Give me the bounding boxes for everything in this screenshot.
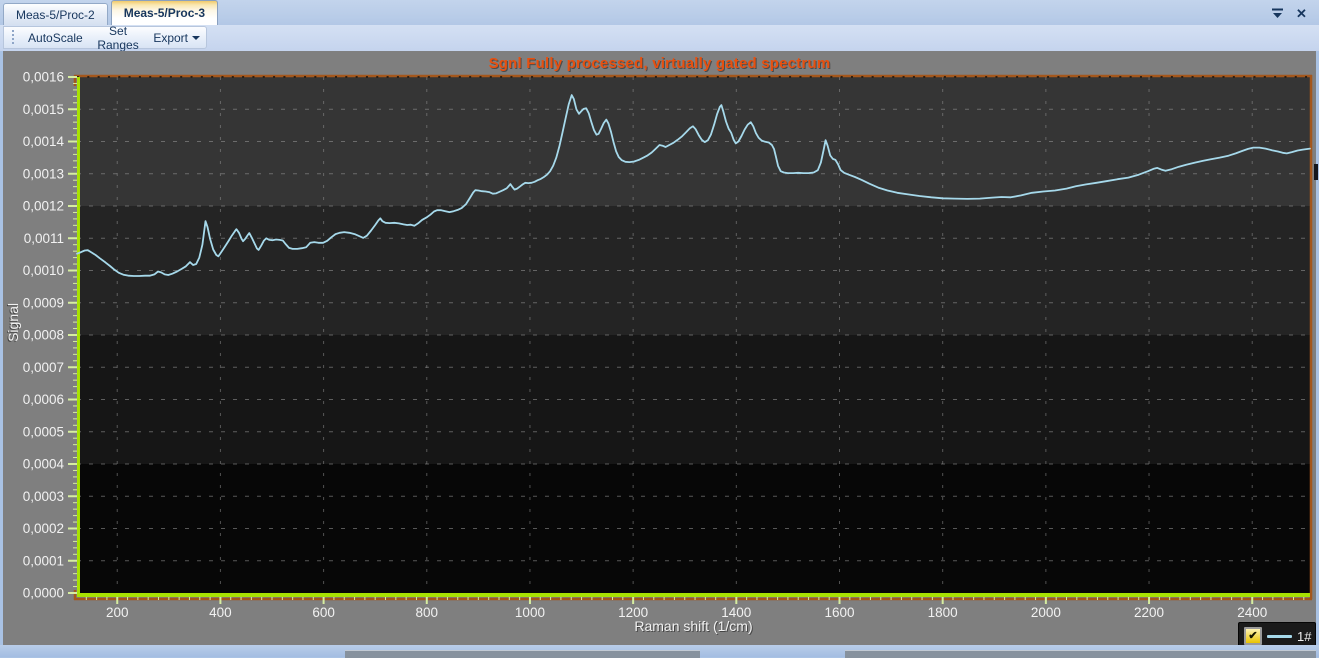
y-tick-label: 0,0001 <box>23 553 64 568</box>
y-tick-label: 0,0015 <box>23 102 64 117</box>
y-tick-label: 0,0007 <box>23 360 64 375</box>
plot-band <box>77 464 1310 593</box>
y-tick-label: 0,0008 <box>23 328 64 343</box>
tab-bar: Meas-5/Proc-2 Meas-5/Proc-3 ✕ <box>0 0 1319 25</box>
y-tick-label: 0,0002 <box>23 521 64 536</box>
tab-label: Meas-5/Proc-3 <box>123 6 206 20</box>
plot-band <box>77 77 1310 206</box>
chevron-down-icon <box>192 36 200 40</box>
y-tick-label: 0,0014 <box>23 134 65 149</box>
toolbar: AutoScale Set Ranges Export <box>3 24 207 52</box>
y-tick-label: 0,0013 <box>23 166 64 181</box>
set-ranges-button[interactable]: Set Ranges <box>91 21 146 55</box>
collapse-panel-icon[interactable] <box>1271 7 1284 20</box>
export-button-label: Export <box>153 30 188 45</box>
checkmark-icon: ✔ <box>1248 629 1258 642</box>
y-tick-label: 0,0010 <box>23 263 64 278</box>
splitter-handle[interactable] <box>1314 164 1318 180</box>
window-controls: ✕ <box>1271 7 1309 20</box>
export-button[interactable]: Export <box>147 28 206 48</box>
y-tick-label: 0,0004 <box>23 457 65 472</box>
legend-entry-label: 1# <box>1297 628 1312 644</box>
plot-band <box>77 335 1310 464</box>
plot-area[interactable]: 0,0000 0,0001 0,0002 0,0003 0,0004 0,0005 0,00… <box>3 51 1316 645</box>
y-tick-label: 0,0016 <box>23 70 64 85</box>
chart-region: Sgnl Fully processed, virtually gated sp… <box>3 51 1316 650</box>
bottom-window-edge <box>0 645 1319 658</box>
y-tick-label: 0,0000 <box>23 586 64 601</box>
legend-checkbox[interactable]: ✔ <box>1244 627 1262 645</box>
tab-label: Meas-5/Proc-2 <box>16 7 95 22</box>
y-tick-label: 0,0011 <box>24 231 64 246</box>
toolbar-grip-handle[interactable] <box>12 30 15 45</box>
y-tick-label: 0,0006 <box>23 392 64 407</box>
autoscale-button[interactable]: AutoScale <box>22 28 89 48</box>
legend-line-sample <box>1267 634 1292 638</box>
x-axis-title: Raman shift (1/cm) <box>634 618 753 634</box>
y-tick-label: 0,0009 <box>23 295 64 310</box>
y-tick-label: 0,0005 <box>23 424 64 439</box>
close-icon[interactable]: ✕ <box>1296 7 1309 20</box>
y-axis-title: Signal <box>5 303 21 342</box>
plot-band <box>77 206 1310 335</box>
y-tick-label: 0,0003 <box>23 489 64 504</box>
toolbar-row: AutoScale Set Ranges Export <box>0 24 1319 52</box>
y-tick-label: 0,0012 <box>23 199 64 214</box>
